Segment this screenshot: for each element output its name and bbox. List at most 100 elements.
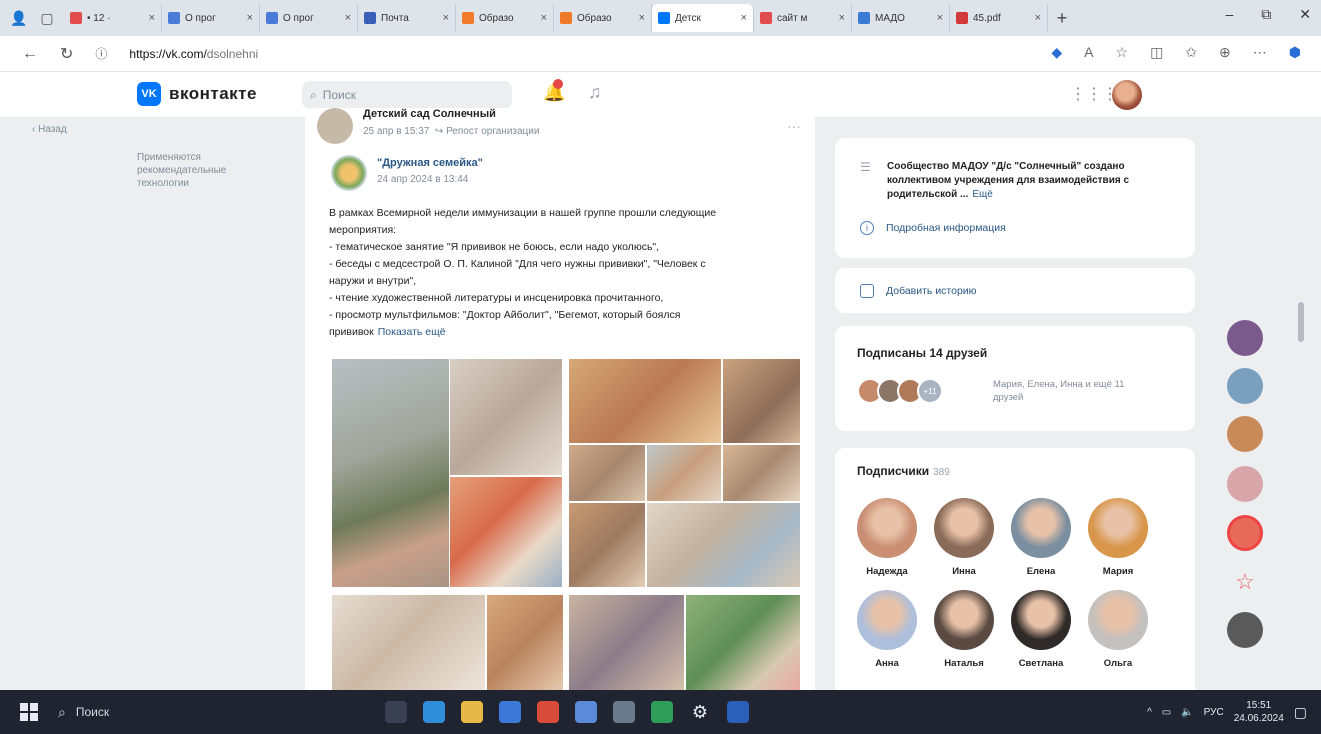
contact-avatar[interactable] bbox=[1227, 416, 1263, 452]
favorite-star-icon[interactable]: ☆ bbox=[1116, 44, 1129, 61]
subscriber-item[interactable]: Надежда bbox=[855, 498, 919, 577]
post-photo[interactable] bbox=[685, 594, 801, 693]
contact-avatar[interactable] bbox=[1227, 612, 1263, 648]
browser-tab[interactable]: МАДО × bbox=[852, 4, 950, 32]
collections-icon[interactable]: ⊕ bbox=[1219, 44, 1231, 61]
group-name[interactable]: Детский сад Солнечный bbox=[363, 108, 539, 120]
word-icon[interactable] bbox=[727, 701, 749, 723]
post-photo[interactable] bbox=[568, 444, 646, 502]
close-window-button[interactable]: ✕ bbox=[1299, 6, 1311, 23]
browser-tab[interactable]: Образо × bbox=[554, 4, 652, 32]
post-photo[interactable] bbox=[722, 358, 801, 444]
more-options-icon[interactable]: ··· bbox=[787, 118, 801, 134]
friends-avatars[interactable]: +11 bbox=[857, 378, 943, 404]
tag-icon[interactable]: ◆ bbox=[1051, 44, 1062, 61]
browser-tab[interactable]: Почта × bbox=[358, 4, 456, 32]
post-photo[interactable] bbox=[486, 594, 564, 693]
group-avatar[interactable] bbox=[317, 108, 353, 144]
browser-tab[interactable]: 45.pdf × bbox=[950, 4, 1048, 32]
info-icon[interactable]: ⓘ bbox=[95, 45, 107, 62]
post-photo[interactable] bbox=[449, 476, 563, 588]
source-name[interactable]: "Дружная семейка" bbox=[377, 157, 483, 169]
subscriber-item[interactable]: Ольга bbox=[1086, 590, 1150, 669]
taskbar-search[interactable]: ⌕ Поиск bbox=[58, 704, 109, 721]
notifications-icon[interactable]: ▢ bbox=[1294, 704, 1307, 721]
mail-icon[interactable] bbox=[499, 701, 521, 723]
tab-actions-icon[interactable]: ▢ bbox=[36, 7, 58, 29]
pdf-reader-icon[interactable] bbox=[537, 701, 559, 723]
minimize-button[interactable]: – bbox=[1225, 6, 1233, 23]
calculator-icon[interactable] bbox=[613, 701, 635, 723]
subscriber-item[interactable]: Наталья bbox=[932, 590, 996, 669]
copilot-icon[interactable]: ⬢ bbox=[1289, 44, 1301, 61]
edge-browser-icon[interactable] bbox=[423, 701, 445, 723]
subscriber-item[interactable]: Елена bbox=[1009, 498, 1073, 577]
about-more-link[interactable]: Ещё bbox=[972, 189, 992, 200]
favorites-icon[interactable]: ✩ bbox=[1185, 44, 1197, 61]
post-photo[interactable] bbox=[568, 594, 685, 693]
scrollbar[interactable] bbox=[1298, 302, 1304, 342]
notifications-bell-icon[interactable]: 🔔 bbox=[543, 79, 565, 103]
subscriber-item[interactable]: Инна bbox=[932, 498, 996, 577]
url-field[interactable]: https://vk.com/dsolnehni bbox=[129, 47, 258, 61]
restore-button[interactable]: ⧉ bbox=[1261, 6, 1271, 23]
tab-close-icon[interactable]: × bbox=[345, 12, 351, 24]
tab-close-icon[interactable]: × bbox=[639, 12, 645, 24]
tray-chevron-icon[interactable]: ^ bbox=[1147, 707, 1152, 718]
language-indicator[interactable]: РУС bbox=[1204, 707, 1224, 718]
new-tab-button[interactable]: + bbox=[1048, 8, 1076, 29]
task-view-icon[interactable] bbox=[385, 701, 407, 723]
contact-avatar[interactable] bbox=[1227, 368, 1263, 404]
tab-close-icon[interactable]: × bbox=[149, 12, 155, 24]
post-photo[interactable] bbox=[646, 444, 722, 502]
subscribers-title[interactable]: Подписчики 389 bbox=[857, 464, 950, 478]
source-avatar[interactable] bbox=[331, 155, 367, 191]
settings-gear-icon[interactable]: ⚙ bbox=[689, 701, 711, 723]
tab-close-icon[interactable]: × bbox=[443, 12, 449, 24]
back-arrow-icon[interactable]: ← bbox=[22, 45, 38, 63]
reload-icon[interactable]: ↻ bbox=[60, 44, 73, 64]
split-screen-icon[interactable]: ◫ bbox=[1150, 44, 1163, 61]
extensions-icon[interactable]: ⋯ bbox=[1253, 44, 1267, 61]
contact-avatar[interactable] bbox=[1227, 320, 1263, 356]
tab-close-icon[interactable]: × bbox=[839, 12, 845, 24]
favorites-star-icon[interactable]: ☆ bbox=[1227, 564, 1263, 600]
tab-close-icon[interactable]: × bbox=[247, 12, 253, 24]
tab-close-icon[interactable]: × bbox=[741, 12, 747, 24]
file-explorer-icon[interactable] bbox=[461, 701, 483, 723]
post-photo[interactable] bbox=[449, 358, 563, 476]
read-aloud-icon[interactable]: A bbox=[1084, 44, 1093, 61]
show-more-link[interactable]: Показать ещё bbox=[378, 326, 446, 338]
browser-tab[interactable]: • 12 · × bbox=[64, 4, 162, 32]
details-link[interactable]: i Подробная информация bbox=[860, 221, 1006, 235]
profile-icon[interactable]: 👤 bbox=[8, 7, 30, 29]
apps-grid-icon[interactable]: ⋮⋮⋮ bbox=[1070, 84, 1118, 104]
post-photo[interactable] bbox=[568, 502, 646, 588]
post-photo[interactable] bbox=[331, 594, 486, 693]
volume-icon[interactable]: 🔈 bbox=[1181, 707, 1193, 718]
tab-close-icon[interactable]: × bbox=[937, 12, 943, 24]
browser-tab[interactable]: Детск × bbox=[652, 4, 754, 32]
browser-tab[interactable]: О прог × bbox=[260, 4, 358, 32]
add-story-link[interactable]: Добавить историю bbox=[860, 284, 977, 298]
friends-summary[interactable]: Мария, Елена, Инна и ещё 11 друзей bbox=[993, 378, 1153, 404]
post-photo[interactable] bbox=[568, 358, 722, 444]
subscriber-item[interactable]: Анна bbox=[855, 590, 919, 669]
user-avatar[interactable] bbox=[1112, 80, 1142, 110]
post-photo[interactable] bbox=[722, 444, 801, 502]
subscriber-item[interactable]: Мария bbox=[1086, 498, 1150, 577]
browser-tab[interactable]: сайт м × bbox=[754, 4, 852, 32]
back-link[interactable]: ‹ Назад bbox=[32, 124, 252, 135]
vk-logo[interactable]: VK вконтакте bbox=[137, 82, 257, 106]
contact-avatar[interactable] bbox=[1227, 515, 1263, 551]
browser-tab[interactable]: О прог × bbox=[162, 4, 260, 32]
clock[interactable]: 15:51 24.06.2024 bbox=[1234, 699, 1284, 725]
start-button[interactable] bbox=[20, 703, 38, 721]
friends-title[interactable]: Подписаны 14 друзей bbox=[857, 346, 987, 360]
excel-icon[interactable] bbox=[651, 701, 673, 723]
music-icon[interactable]: ♫ bbox=[588, 82, 602, 103]
photos-icon[interactable] bbox=[575, 701, 597, 723]
tab-close-icon[interactable]: × bbox=[1035, 12, 1041, 24]
vk-search-input[interactable]: ⌕ Поиск bbox=[302, 81, 512, 109]
browser-tab[interactable]: Образо × bbox=[456, 4, 554, 32]
